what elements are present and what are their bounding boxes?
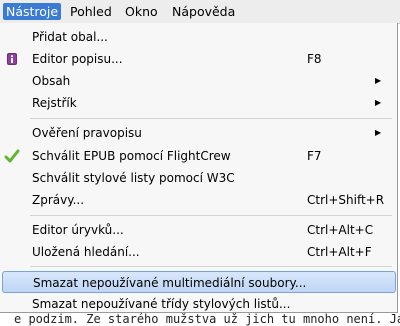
submenu-arrow-icon: ▶ [375, 76, 382, 85]
menu-separator [30, 266, 392, 267]
menu-item-metadata-editor[interactable]: Editor popisu... F8 [0, 48, 396, 70]
menu-item-clip-editor[interactable]: Editor úryvků... Ctrl+Alt+C [0, 219, 396, 241]
checkmark-icon [4, 148, 20, 164]
menu-item-label: Editor úryvků... [32, 223, 124, 237]
menu-item-saved-searches[interactable]: Uložená hledání... Ctrl+Alt+F [0, 241, 396, 263]
menu-separator [30, 118, 392, 119]
menu-okno[interactable]: Okno [122, 3, 161, 20]
menu-item-spellcheck[interactable]: Ověření pravopisu ▶ [0, 122, 396, 144]
menu-item-toc[interactable]: Obsah ▶ [0, 70, 396, 92]
menu-item-label: Zprávy... [32, 193, 85, 207]
menu-nastroje[interactable]: Nástroje [3, 3, 62, 20]
menu-item-label: Rejstřík [32, 96, 77, 110]
submenu-arrow-icon: ▶ [375, 98, 382, 107]
menu-item-delete-unused-styles[interactable]: Smazat nepoužívané třídy stylových listů… [0, 293, 396, 315]
menu-item-label: Obsah [32, 74, 71, 88]
menu-pohled[interactable]: Pohled [67, 3, 115, 20]
tools-dropdown-menu: Přidat obal... Editor popisu... F8 Obsah… [0, 23, 398, 313]
menu-item-label: Smazat nepoužívané třídy stylových listů… [32, 297, 291, 311]
menu-item-label: Uložená hledání... [32, 245, 140, 259]
menu-item-reports[interactable]: Zprávy... Ctrl+Shift+R [0, 189, 396, 211]
editor-text-line: e podzim. Ze starého mužstva už jich tu … [0, 313, 400, 326]
menu-item-shortcut: Ctrl+Alt+C [307, 223, 374, 237]
menu-item-label: Editor popisu... [32, 52, 123, 66]
menu-item-add-cover[interactable]: Přidat obal... [0, 26, 396, 48]
menu-item-shortcut: F7 [307, 149, 322, 163]
submenu-arrow-icon: ▶ [375, 128, 382, 137]
menu-item-label: Schválit stylové listy pomocí W3C [32, 171, 235, 185]
menu-item-shortcut: Ctrl+Shift+R [307, 193, 385, 207]
menu-item-shortcut: Ctrl+Alt+F [307, 245, 372, 259]
menu-item-delete-unused-media[interactable]: Smazat nepoužívané multimediální soubory… [2, 271, 396, 293]
menu-item-validate-flightcrew[interactable]: Schválit EPUB pomocí FlightCrew F7 [0, 145, 396, 167]
menu-item-shortcut: F8 [307, 52, 322, 66]
menu-item-label: Přidat obal... [32, 30, 108, 44]
menu-item-label: Smazat nepoužívané multimediální soubory… [33, 276, 307, 290]
menu-item-validate-w3c[interactable]: Schválit stylové listy pomocí W3C [0, 167, 396, 189]
menu-napoveda[interactable]: Nápověda [169, 3, 238, 20]
menu-item-index[interactable]: Rejstřík ▶ [0, 92, 396, 114]
menu-item-label: Schválit EPUB pomocí FlightCrew [32, 149, 231, 163]
menu-separator [30, 215, 392, 216]
info-icon [4, 51, 20, 67]
menubar: Nástroje Pohled Okno Nápověda [0, 0, 400, 24]
menu-item-label: Ověření pravopisu [32, 126, 142, 140]
